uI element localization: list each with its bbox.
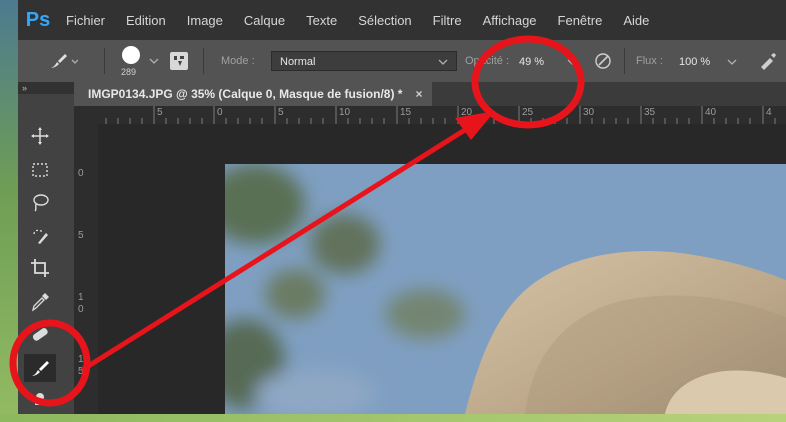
ruler-label: 1	[78, 354, 84, 365]
ruler-label: 25	[522, 107, 534, 118]
airbrush-icon[interactable]	[758, 51, 778, 71]
ruler-label: 5	[78, 366, 84, 377]
marquee-icon	[32, 163, 48, 177]
ruler-vertical: 0 5 1 0 1 5	[74, 124, 98, 414]
stamp-tool[interactable]	[24, 386, 56, 414]
menu-aide[interactable]: Aide	[623, 13, 649, 28]
chevron-down-icon	[438, 59, 448, 65]
separator	[203, 48, 204, 74]
brush-icon	[32, 361, 49, 376]
mode-label: Mode :	[221, 55, 255, 67]
close-icon[interactable]: ×	[415, 82, 422, 106]
document-tab-bar: IMGP0134.JPG @ 35% (Calque 0, Masque de …	[74, 82, 786, 106]
ruler-label: 5	[278, 107, 284, 118]
menu-affichage[interactable]: Affichage	[483, 13, 537, 28]
brush-panel-icon	[174, 56, 184, 66]
ruler-horizontal: 5 0 5 10 15 20 25 30 35 40 4	[98, 106, 786, 124]
menu-filtre[interactable]: Filtre	[433, 13, 462, 28]
document-tab-title: IMGP0134.JPG @ 35% (Calque 0, Masque de …	[88, 87, 403, 101]
move-tool[interactable]	[24, 122, 56, 150]
eyedropper-icon	[31, 293, 49, 312]
photoshop-window: Ps Fichier Edition Image Calque Texte Sé…	[18, 0, 786, 414]
crop-tool[interactable]	[24, 254, 56, 282]
crop-icon	[31, 259, 49, 277]
panel-collapse-icon[interactable]: »	[18, 82, 74, 94]
brush-panel-toggle[interactable]	[170, 52, 188, 70]
flow-field[interactable]: 100 %	[670, 51, 740, 71]
ruler-label: 15	[400, 107, 412, 118]
menu-calque[interactable]: Calque	[244, 13, 285, 28]
marquee-tool[interactable]	[24, 156, 56, 184]
ruler-label: 20	[461, 107, 473, 118]
menu-image[interactable]: Image	[187, 13, 223, 28]
ruler-label: 5	[157, 107, 163, 118]
menu-edition[interactable]: Edition	[126, 13, 166, 28]
brush-tool[interactable]	[24, 354, 56, 382]
healing-brush-icon	[32, 328, 48, 341]
desktop-frame-bottom	[0, 414, 786, 422]
move-icon	[31, 127, 49, 145]
chevron-down-icon	[727, 59, 737, 65]
opacity-label: Opacité :	[465, 55, 510, 67]
flow-value: 100 %	[679, 56, 711, 68]
ruler-label: 40	[705, 107, 717, 118]
quick-selection-tool[interactable]	[24, 222, 56, 250]
ruler-label: 0	[78, 304, 84, 315]
ruler-label: 0	[78, 168, 84, 179]
tool-preset-picker[interactable]	[48, 52, 79, 75]
lasso-tool[interactable]	[24, 188, 56, 216]
opacity-value: 49 %	[519, 56, 545, 68]
ruler-corner	[74, 106, 98, 124]
separator	[104, 48, 105, 74]
ruler-label: 35	[644, 107, 656, 118]
brush-size-value: 289	[121, 67, 137, 77]
tools-panel: »	[18, 82, 74, 414]
flow-label: Flux :	[636, 55, 663, 67]
ruler-label: 4	[766, 107, 772, 118]
menu-texte[interactable]: Texte	[306, 13, 337, 28]
eyedropper-tool[interactable]	[24, 288, 56, 316]
chevron-down-icon	[567, 59, 577, 65]
desktop-frame-left	[0, 0, 18, 422]
ruler-ticks	[105, 106, 776, 124]
stamp-icon	[35, 393, 45, 405]
brush-icon	[51, 54, 79, 68]
healing-brush-tool[interactable]	[24, 320, 56, 348]
chevron-down-icon[interactable]	[149, 57, 159, 65]
lasso-icon	[33, 194, 49, 212]
opacity-field[interactable]: 49 %	[510, 51, 580, 71]
ruler-label: 0	[217, 107, 223, 118]
quick-selection-icon	[33, 229, 48, 244]
photo-content	[225, 164, 786, 414]
app-logo: Ps	[25, 9, 51, 31]
menu-bar: Ps Fichier Edition Image Calque Texte Sé…	[18, 0, 786, 40]
menu-selection[interactable]: Sélection	[358, 13, 411, 28]
ruler-label: 30	[583, 107, 595, 118]
pressure-opacity-icon[interactable]	[593, 51, 613, 71]
options-bar: 289 Mode : Normal Opacité : 49 % Flux: …	[18, 40, 786, 83]
document-tab[interactable]: IMGP0134.JPG @ 35% (Calque 0, Masque de …	[74, 82, 433, 106]
ruler-label: 5	[78, 230, 84, 241]
ruler-label: 1	[78, 292, 84, 303]
menu-fenetre[interactable]: Fenêtre	[558, 13, 603, 28]
brush-tip-icon	[122, 46, 140, 64]
mode-select[interactable]: Normal	[271, 51, 457, 71]
brush-size-picker[interactable]: 289	[118, 44, 146, 80]
ruler-label: 10	[339, 107, 351, 118]
mode-value: Normal	[280, 56, 316, 68]
separator	[624, 48, 625, 74]
menu-fichier[interactable]: Fichier	[66, 13, 105, 28]
document-image[interactable]	[225, 164, 786, 414]
canvas-area[interactable]	[98, 124, 786, 414]
